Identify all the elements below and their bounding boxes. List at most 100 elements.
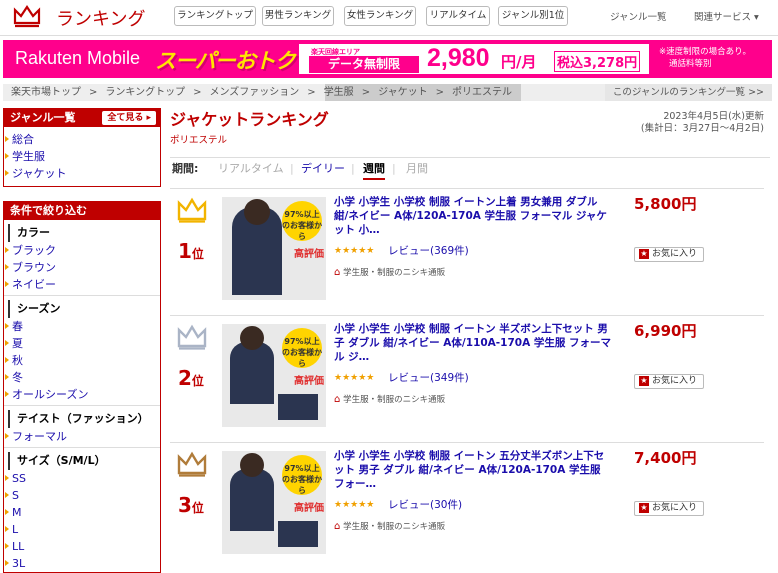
divider (4, 447, 160, 448)
filter-size-ss[interactable]: SS (4, 470, 160, 487)
tab-daily[interactable]: デイリー (301, 160, 345, 178)
tab-realtime[interactable]: リアルタイム (218, 160, 284, 178)
breadcrumb-mens-fashion[interactable]: メンズファッション (205, 84, 303, 101)
update-date: 2023年4月5日(水)更新 (663, 111, 764, 122)
update-info: 2023年4月5日(水)更新 (集計日：3月27日～4月2日) (641, 111, 764, 135)
rank-suffix: 位 (191, 247, 204, 261)
genre-list-link[interactable]: ジャンル一覧 (610, 9, 667, 23)
filter-size-s[interactable]: S (4, 487, 160, 504)
see-all-button[interactable]: 全て見る ▸ (102, 111, 156, 125)
genre-box-header: ジャンル一覧 全て見る ▸ (4, 109, 160, 127)
review-link[interactable]: レビュー(349件) (388, 370, 469, 385)
crown-gold-icon (177, 197, 207, 223)
breadcrumb-jacket[interactable]: ジャケット (374, 84, 432, 101)
filter-box: 条件で絞り込む カラー ブラック ブラウン ネイビー シーズン 春 夏 秋 冬 … (3, 201, 161, 573)
filter-navy[interactable]: ネイビー (4, 276, 160, 293)
filter-all-season[interactable]: オールシーズン (4, 386, 160, 403)
nav-ranking-top[interactable]: ランキングトップ (174, 6, 256, 26)
shop-name: 学生服・制服のニシキ通販 (343, 395, 446, 405)
favorite-button[interactable]: ★ お気に入り (634, 247, 704, 262)
filter-section-season: シーズン (8, 300, 160, 318)
site-title[interactable]: ランキング (56, 5, 145, 31)
favorite-button[interactable]: ★ お気に入り (634, 501, 704, 516)
genre-box-title: ジャンル一覧 (10, 111, 76, 124)
sidebar: ジャンル一覧 全て見る ▸ 総合 学生服 ジャケット 条件で絞り込む カラー ブ… (3, 108, 161, 573)
genre-box: ジャンル一覧 全て見る ▸ 総合 学生服 ジャケット (3, 108, 161, 187)
filter-spring[interactable]: 春 (4, 318, 160, 335)
nav-male-ranking[interactable]: 男性ランキング (262, 6, 334, 26)
breadcrumb-rakuten-top[interactable]: 楽天市場トップ (7, 84, 85, 101)
filter-size-3l[interactable]: 3L (4, 555, 160, 572)
banner-price-tax: 税込3,278円 (554, 51, 641, 72)
shop-link[interactable]: ⌂ 学生服・制服のニシキ通販 (334, 393, 445, 405)
product-title-link[interactable]: 小学 小学生 小学校 制服 イートン 半ズボン上下セット 男子 ダブル 紺/ネイ… (334, 322, 612, 364)
banner-price-unit: 円/月 (501, 53, 537, 71)
rank-suffix: 位 (191, 501, 204, 515)
genre-link-jacket[interactable]: ジャケット (4, 165, 160, 182)
shop-link[interactable]: ⌂ 学生服・制服のニシキ通販 (334, 266, 445, 278)
product-image[interactable]: 97%以上のお客様から 高評価 (222, 324, 326, 427)
banner-note-line1: ※速度制限の場合あり。 (659, 47, 751, 57)
filter-brown[interactable]: ブラウン (4, 259, 160, 276)
photo-badge: 97%以上のお客様から (282, 455, 322, 495)
rating-stars: ★★★★★ (334, 500, 375, 510)
filter-size-m[interactable]: M (4, 504, 160, 521)
page-subtitle: ポリエステル (170, 135, 228, 146)
banner-data-badge: データ無制限 (309, 56, 419, 73)
product-image[interactable]: 97%以上のお客様から 高評価 (222, 451, 326, 554)
tab-monthly[interactable]: 月間 (406, 160, 428, 178)
favorite-label: お気に入り (652, 503, 698, 513)
filter-summer[interactable]: 夏 (4, 335, 160, 352)
favorite-label: お気に入り (652, 249, 698, 259)
product-photo-head (244, 199, 270, 225)
product-title-link[interactable]: 小学 小学生 小学校 制服 イートン上着 男女兼用 ダブル 紺/ネイビー A体/… (334, 195, 612, 237)
ranking-item: 2位 97%以上のお客様から 高評価 小学 小学生 小学校 制服 イートン 半ズ… (170, 315, 764, 435)
filter-black[interactable]: ブラック (4, 242, 160, 259)
photo-badge: 97%以上のお客様から (282, 328, 322, 368)
ranking-item: 1位 97%以上のお客様から 高評価 小学 小学生 小学校 制服 イートン上着 … (170, 188, 764, 308)
shop-link[interactable]: ⌂ 学生服・制服のニシキ通販 (334, 520, 445, 532)
rank-suffix: 位 (191, 374, 204, 388)
nav-realtime[interactable]: リアルタイム (426, 6, 490, 26)
genre-link-overall[interactable]: 総合 (4, 131, 160, 148)
promo-banner[interactable]: Rakuten Mobile スーパーおトク 楽天回線エリア データ無制限 2,… (3, 40, 772, 78)
product-photo-figure (230, 469, 274, 531)
banner-price-box: 楽天回線エリア データ無制限 2,980 円/月 税込3,278円 (299, 44, 649, 74)
product-image[interactable]: 97%以上のお客様から 高評価 (222, 197, 326, 300)
filter-winter[interactable]: 冬 (4, 369, 160, 386)
review-link[interactable]: レビュー(369件) (388, 243, 469, 258)
genre-ranking-list-link[interactable]: このジャンルのランキング一覧 >> (604, 84, 772, 101)
crown-bronze-icon (177, 451, 207, 477)
nav-female-ranking[interactable]: 女性ランキング (344, 6, 416, 26)
product-photo-shorts (278, 521, 318, 547)
product-photo-figure (230, 342, 274, 404)
shop-name: 学生服・制服のニシキ通販 (343, 268, 446, 278)
favorite-button[interactable]: ★ お気に入り (634, 374, 704, 389)
tab-weekly[interactable]: 週間 (363, 160, 385, 180)
shop-icon: ⌂ (334, 267, 341, 278)
filter-section-color: カラー (8, 224, 160, 242)
period-label: 期間: (172, 162, 199, 175)
filter-size-l[interactable]: L (4, 521, 160, 538)
filter-autumn[interactable]: 秋 (4, 352, 160, 369)
banner-price: 2,980 (427, 44, 490, 72)
tab-separator: | (290, 162, 294, 175)
breadcrumb-school-uniform[interactable]: 学生服 (320, 84, 358, 101)
favorite-label: お気に入り (652, 376, 698, 386)
rank-value: 2 (178, 366, 192, 390)
rank-value: 1 (178, 239, 192, 263)
update-range: (集計日：3月27日～4月2日) (640, 123, 764, 134)
breadcrumb: 楽天市場トップ > ランキングトップ > メンズファッション > 学生服 > ジャケット > ポリエ… (3, 84, 772, 101)
nav-genre-top[interactable]: ジャンル別1位 (498, 6, 568, 26)
divider (4, 405, 160, 406)
breadcrumb-ranking-top[interactable]: ランキングトップ (101, 84, 189, 101)
filter-formal[interactable]: フォーマル (4, 428, 160, 445)
related-services-link[interactable]: 関連サービス ▾ (694, 9, 759, 23)
genre-link-school-uniform[interactable]: 学生服 (4, 148, 160, 165)
product-title-link[interactable]: 小学 小学生 小学校 制服 イートン 五分丈半ズボン上下セット 男子 ダブル 紺… (334, 449, 612, 491)
header: ランキング ランキングトップ 男性ランキング 女性ランキング リアルタイム ジャ… (0, 0, 778, 36)
star-icon: ★ (639, 249, 649, 259)
breadcrumb-separator: > (361, 87, 371, 98)
filter-size-ll[interactable]: LL (4, 538, 160, 555)
review-link[interactable]: レビュー(30件) (388, 497, 462, 512)
